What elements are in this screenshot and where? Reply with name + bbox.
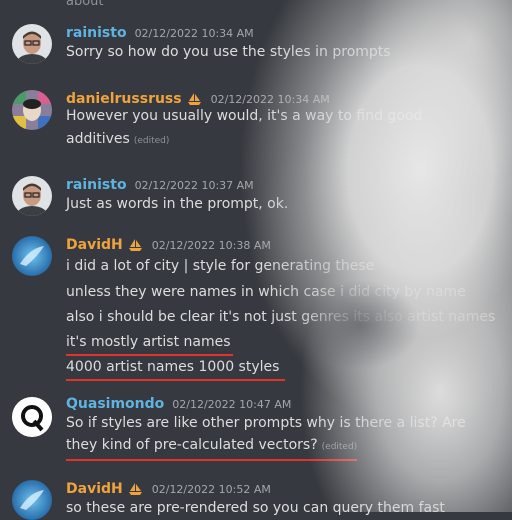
avatar-davidh[interactable] [12, 236, 52, 276]
boat-icon [187, 93, 201, 105]
message-text: So if styles are like other prompts why … [66, 415, 466, 431]
message-text: Sorry so how do you use the styles in pr… [66, 44, 391, 60]
username[interactable]: DavidH [66, 237, 123, 253]
message-text: additives (edited) [66, 130, 169, 151]
boat-icon [128, 483, 142, 495]
avatar-rainisto[interactable] [12, 176, 52, 216]
message-text-highlighted: 4000 artist names 1000 styles [66, 358, 286, 381]
username[interactable]: rainisto [66, 177, 127, 193]
message-text-content: additives [66, 131, 130, 147]
message-text: i did a lot of city | style for generati… [66, 258, 375, 274]
username[interactable]: rainisto [66, 25, 127, 41]
avatar-danielrussruss[interactable] [12, 90, 52, 130]
previous-message-fragment: about [66, 0, 104, 9]
edited-label: (edited) [133, 136, 170, 146]
timestamp: 02/12/2022 10:52 AM [151, 482, 271, 496]
message-text-highlighted: they kind of pre-calculated vectors? (edi… [66, 436, 358, 461]
message-text: so these are pre-rendered so you can que… [66, 500, 445, 516]
avatar-davidh[interactable] [12, 480, 52, 520]
message-text: also i should be clear it's not just gen… [66, 309, 496, 325]
edited-label: (edited) [321, 442, 358, 452]
username[interactable]: danielrussruss [66, 91, 182, 107]
timestamp: 02/12/2022 10:38 AM [151, 238, 271, 252]
message-text-content: they kind of pre-calculated vectors? [66, 437, 318, 453]
timestamp: 02/12/2022 10:47 AM [172, 397, 292, 411]
chat-message-list[interactable]: about rainisto 02/12/2022 10:34 AM Sorry… [0, 0, 512, 520]
timestamp: 02/12/2022 10:34 AM [210, 92, 330, 106]
avatar-rainisto[interactable] [12, 24, 52, 64]
avatar-quasimondo[interactable] [12, 397, 52, 437]
message-text: unless they were names in which case i d… [66, 284, 466, 300]
timestamp: 02/12/2022 10:34 AM [134, 26, 254, 40]
timestamp: 02/12/2022 10:37 AM [134, 178, 254, 192]
message-text-highlighted: it's mostly artist names [66, 333, 233, 356]
message-text: However you usually would, it's a way to… [66, 108, 423, 124]
username[interactable]: DavidH [66, 481, 123, 497]
boat-icon [128, 239, 142, 251]
message-text: Just as words in the prompt, ok. [66, 196, 289, 212]
username[interactable]: Quasimondo [66, 396, 164, 412]
